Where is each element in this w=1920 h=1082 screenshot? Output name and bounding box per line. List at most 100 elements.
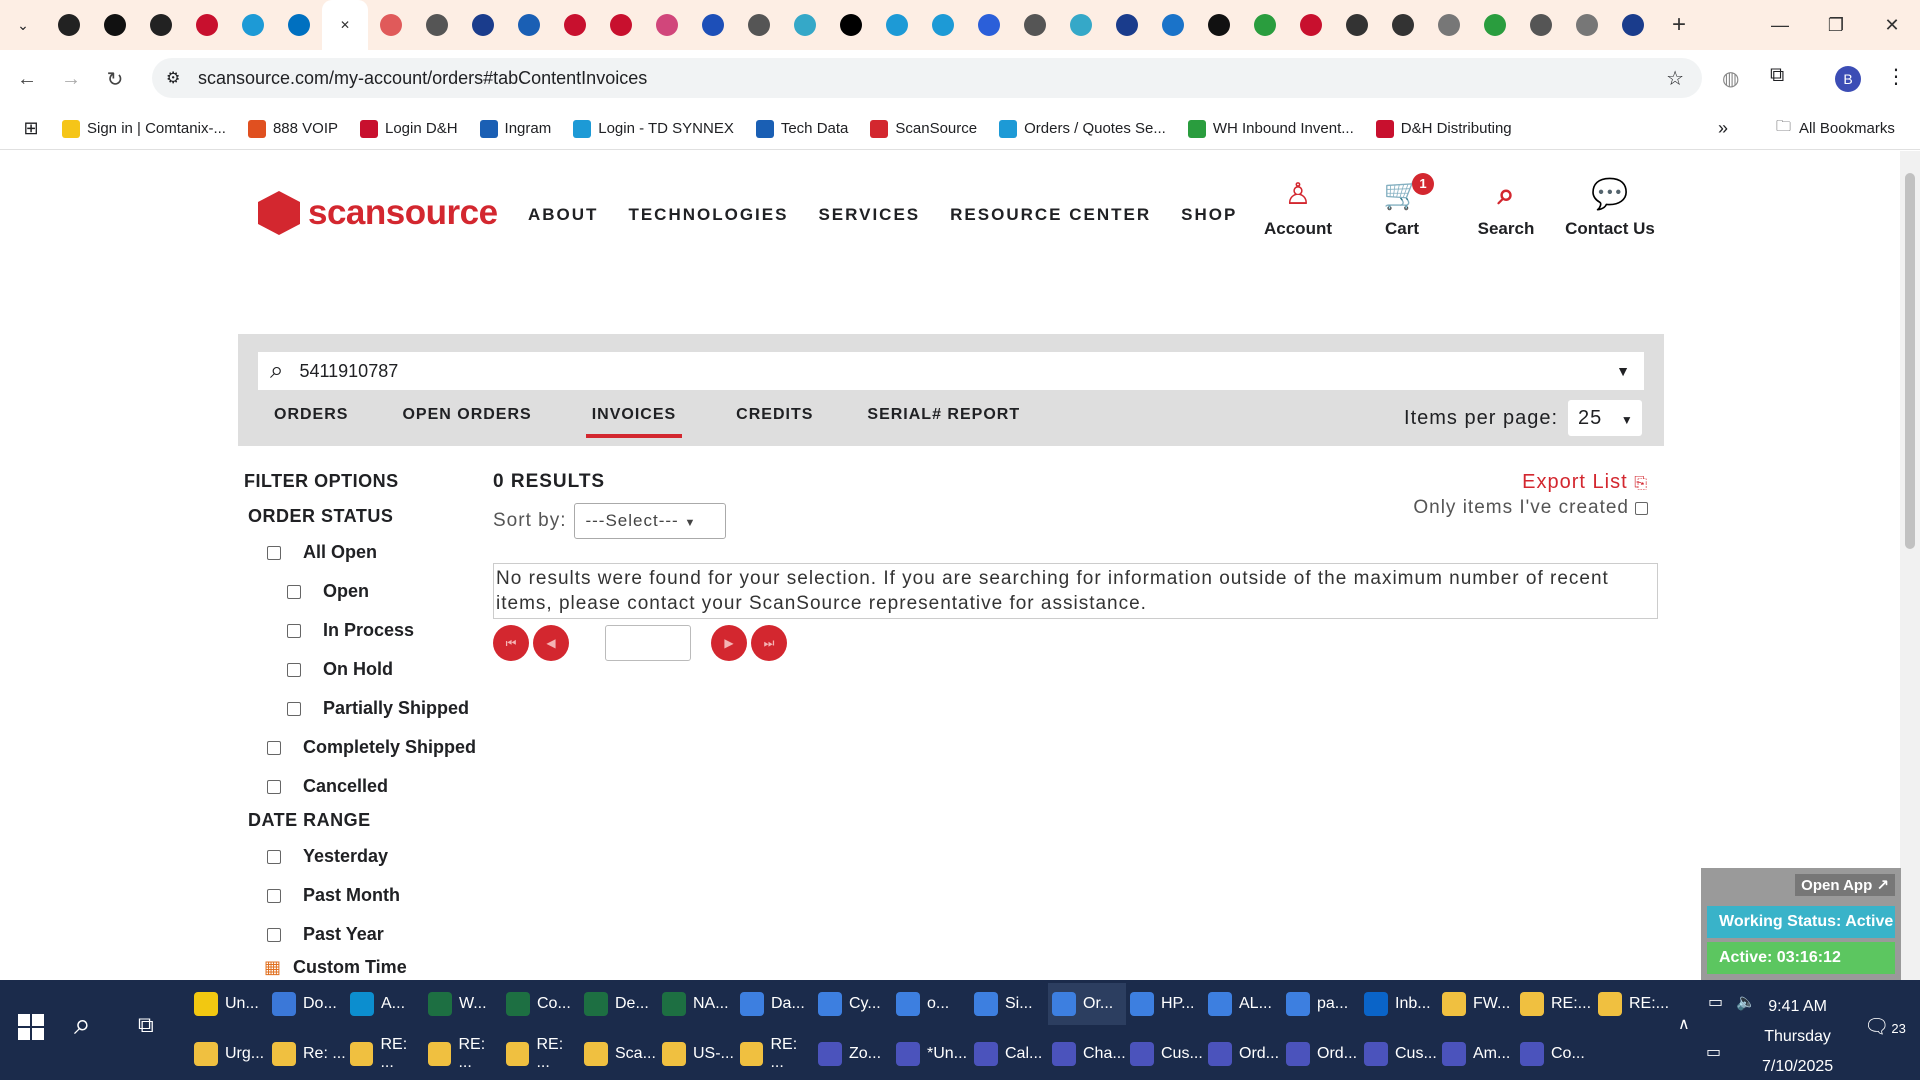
windows-start-icon[interactable] [18,1014,44,1040]
maximize-icon[interactable]: ❐ [1808,0,1864,50]
bookmark-star-icon[interactable]: ☆ [1666,66,1684,91]
more-bookmarks-icon[interactable]: » [1718,118,1728,139]
browser-tab[interactable] [276,0,322,50]
filter-order_status-option[interactable]: In Process [287,611,476,650]
filter-checkbox[interactable] [267,927,281,942]
dropdown-arrow-icon[interactable]: ▼ [1616,363,1630,379]
page-select[interactable] [605,625,691,661]
filter-order_status-option[interactable]: Completely Shipped [267,728,476,767]
taskbar-app[interactable]: De... [580,983,658,1025]
menu-kebab-icon[interactable]: ⋮ [1886,64,1906,89]
filter-order_status-option[interactable]: Open [287,572,476,611]
taskbar-app[interactable]: AL... [1204,983,1282,1025]
taskbar-app[interactable]: Cha... [1048,1033,1126,1075]
filter-checkbox[interactable] [287,623,301,638]
taskbar-app[interactable]: RE:... [1594,983,1672,1025]
taskbar-app[interactable]: Ord... [1204,1033,1282,1075]
taskbar-app[interactable]: Am... [1438,1033,1516,1075]
taskbar-app[interactable]: Cus... [1360,1033,1438,1075]
filter-order_status-option[interactable]: All Open [267,533,476,572]
close-tab-icon[interactable]: ✕ [322,0,368,50]
taskbar-app[interactable]: Co... [1516,1033,1594,1075]
taskbar-app[interactable]: NA... [658,983,736,1025]
back-icon[interactable]: ← [10,68,44,91]
page-scrollbar[interactable] [1900,151,1920,980]
taskbar-app[interactable]: FW... [1438,983,1516,1025]
sort-select[interactable]: ---Select--- ▼ [574,503,727,539]
bookmark-item[interactable]: D&H Distributing [1375,119,1512,138]
bookmark-item[interactable]: Tech Data [755,119,848,138]
tab-invoices[interactable]: INVOICES [585,404,683,438]
filter-checkbox[interactable] [267,779,281,794]
nav-resource-center[interactable]: RESOURCE CENTER [950,205,1151,225]
nav-about[interactable]: ABOUT [528,205,598,225]
bookmark-item[interactable]: Sign in | Comtanix-... [62,119,226,138]
browser-tab[interactable] [1012,0,1058,50]
filter-checkbox[interactable] [287,584,301,599]
close-window-icon[interactable]: ✕ [1864,0,1920,50]
browser-tab[interactable] [1242,0,1288,50]
taskbar-app[interactable]: Urg... [190,1033,268,1075]
bookmark-item[interactable]: 888 VOIP [247,119,338,138]
taskbar-app[interactable]: W... [424,983,502,1025]
vpn-globe-icon[interactable]: ◍ [1722,66,1739,91]
search-link[interactable]: ⌕ Search [1454,171,1558,239]
all-bookmarks[interactable]: 🗀 All Bookmarks [1776,116,1895,141]
site-info-icon[interactable]: ⚙ [166,68,180,88]
filter-date_range-option[interactable]: Past Month [267,876,476,915]
open-app-button[interactable]: Open App ↗ [1795,874,1895,896]
browser-tab[interactable] [920,0,966,50]
taskbar-app[interactable]: RE: ... [346,1033,424,1075]
browser-tab[interactable] [1104,0,1150,50]
profile-avatar[interactable]: B [1835,66,1861,92]
browser-tab[interactable] [46,0,92,50]
taskbar-app[interactable]: RE: ... [736,1033,814,1075]
browser-tab[interactable] [1288,0,1334,50]
filter-checkbox[interactable] [267,888,281,903]
task-view-icon[interactable]: ⧉ [138,1012,154,1038]
browser-tab[interactable] [598,0,644,50]
cart-link[interactable]: 🛒 1 Cart [1350,171,1454,239]
reload-icon[interactable]: ↻ [98,67,132,92]
tab-open-orders[interactable]: OPEN ORDERS [402,404,531,438]
browser-tab[interactable] [1426,0,1472,50]
browser-tab[interactable] [184,0,230,50]
new-tab-button[interactable]: + [1656,0,1702,50]
bookmark-item[interactable]: WH Inbound Invent... [1187,119,1354,138]
display-icon[interactable]: ▭ [1706,1042,1721,1062]
taskbar-app[interactable]: RE: ... [502,1033,580,1075]
browser-tab[interactable] [138,0,184,50]
filter-checkbox[interactable] [287,701,301,716]
taskbar-app[interactable]: A... [346,983,424,1025]
browser-tab[interactable] [1564,0,1610,50]
custom-time[interactable]: ▦ Custom Time [264,954,476,980]
account-link[interactable]: ♙ Account [1246,171,1350,239]
apps-grid-icon[interactable]: ⊞ [0,118,62,139]
browser-tab[interactable] [690,0,736,50]
tray-chevron-icon[interactable]: ∧ [1678,1014,1690,1034]
taskbar-app[interactable]: HP... [1126,983,1204,1025]
system-clock[interactable]: 9:41 AM Thursday 7/10/2025 [1762,992,1833,1082]
filter-order_status-option[interactable]: Partially Shipped [287,689,476,728]
browser-tab[interactable] [644,0,690,50]
browser-tab[interactable] [92,0,138,50]
browser-tab[interactable] [782,0,828,50]
nav-technologies[interactable]: TECHNOLOGIES [628,205,788,225]
browser-tab[interactable] [1334,0,1380,50]
last-page-icon[interactable]: ⏭ [751,625,787,661]
tab-orders[interactable]: ORDERS [274,404,348,438]
bookmark-item[interactable]: Login - TD SYNNEX [573,119,734,138]
taskbar-app[interactable]: RE: ... [424,1033,502,1075]
filter-date_range-option[interactable]: Yesterday [267,837,476,876]
taskbar-app[interactable]: Sca... [580,1033,658,1075]
scrollbar-thumb[interactable] [1905,173,1915,549]
notifications-icon[interactable]: 🗨 23 [1864,1014,1906,1039]
browser-tab[interactable] [506,0,552,50]
browser-tab[interactable] [874,0,920,50]
browser-tab[interactable] [460,0,506,50]
browser-tab[interactable] [1150,0,1196,50]
export-list-link[interactable]: Export List ⎘ [1522,471,1648,494]
taskbar-app[interactable]: US-... [658,1033,736,1075]
taskbar-app[interactable]: Cal... [970,1033,1048,1075]
taskbar-app[interactable]: Un... [190,983,268,1025]
